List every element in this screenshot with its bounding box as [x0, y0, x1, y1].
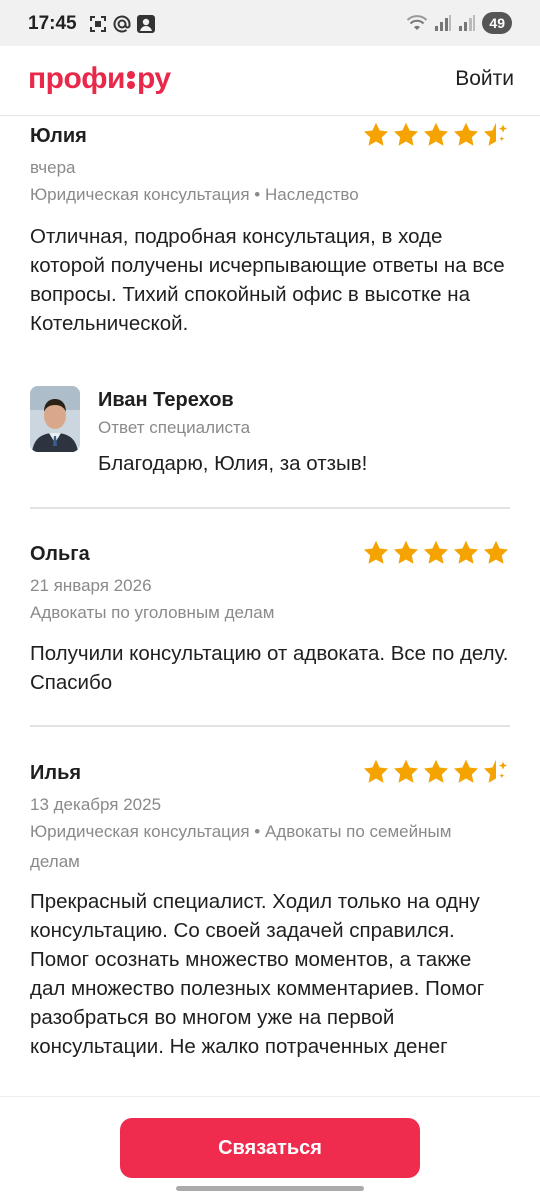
- rating-stars: [362, 121, 510, 149]
- specialist-avatar: [30, 386, 80, 452]
- rating-stars: [362, 539, 510, 567]
- reviewer-name: Илья: [30, 762, 82, 784]
- app-header: профи ру Войти: [0, 46, 540, 116]
- bottom-action-bar: Связаться: [0, 1096, 540, 1200]
- divider: [30, 725, 510, 727]
- status-right-icons: 49: [406, 12, 512, 34]
- specialist-name: Иван Терехов: [98, 389, 234, 411]
- review-category: Юридическая консультация • Наследство: [30, 185, 359, 204]
- reviewer-name: Юлия: [30, 125, 87, 147]
- star-icon: [363, 122, 389, 146]
- half-star-sparkle-icon: [483, 122, 508, 146]
- star-icon: [393, 540, 419, 564]
- review-category: Адвокаты по уголовным делам: [30, 603, 275, 622]
- home-indicator[interactable]: [176, 1186, 364, 1191]
- reviewer-name: Ольга: [30, 543, 90, 565]
- signal-icon: [459, 15, 476, 31]
- star-icon: [453, 540, 479, 564]
- review-text: Отличная, подробная консультация, в ходе…: [30, 225, 505, 335]
- logo-text-start: профи: [28, 62, 125, 95]
- star-icon: [363, 540, 389, 564]
- at-icon: [113, 15, 131, 33]
- signal-icon: [435, 15, 452, 31]
- specialist-photo: [30, 386, 80, 452]
- review-date: 21 января 2026: [30, 576, 152, 595]
- wifi-icon: [407, 15, 428, 30]
- review-category: Юридическая консультация • Адвокаты по с…: [30, 822, 452, 871]
- status-time: 17:45: [28, 13, 77, 34]
- star-icon: [453, 759, 479, 783]
- account-icon: [137, 15, 155, 33]
- star-icon: [423, 759, 449, 783]
- specialist-reply-text: Благодарю, Юлия, за отзыв!: [98, 452, 368, 475]
- star-icon: [393, 122, 419, 146]
- star-icon: [453, 122, 479, 146]
- star-icon: [423, 122, 449, 146]
- star-icon: [363, 759, 389, 783]
- logo-dot-icon: [126, 68, 136, 90]
- login-button[interactable]: Войти: [455, 67, 514, 91]
- review-date: 13 декабря 2025: [30, 795, 162, 814]
- logo-text-end: ру: [136, 62, 171, 95]
- star-icon: [423, 540, 449, 564]
- status-bar: 17:45 49: [0, 0, 540, 46]
- status-left-icons: [88, 14, 156, 34]
- profi-logo[interactable]: профи ру: [28, 62, 171, 96]
- review-text: Прекрасный специалист. Ходил только на о…: [30, 890, 485, 1058]
- half-star-sparkle-icon: [483, 759, 508, 783]
- divider: [30, 507, 510, 509]
- review-text: Получили консультацию от адвоката. Все п…: [30, 642, 509, 694]
- review-date: вчера: [30, 158, 76, 177]
- reviews-list[interactable]: Юлия вчера Юридическая консультация • На…: [0, 117, 540, 1097]
- rating-stars: [362, 758, 510, 786]
- contact-button[interactable]: Связаться: [120, 1118, 420, 1178]
- star-icon: [483, 540, 509, 564]
- screenshot-icon: [90, 16, 106, 32]
- specialist-reply-label: Ответ специалиста: [98, 418, 251, 437]
- star-icon: [393, 759, 419, 783]
- scroll-fade: [0, 1060, 540, 1100]
- battery-badge: 49: [482, 12, 512, 34]
